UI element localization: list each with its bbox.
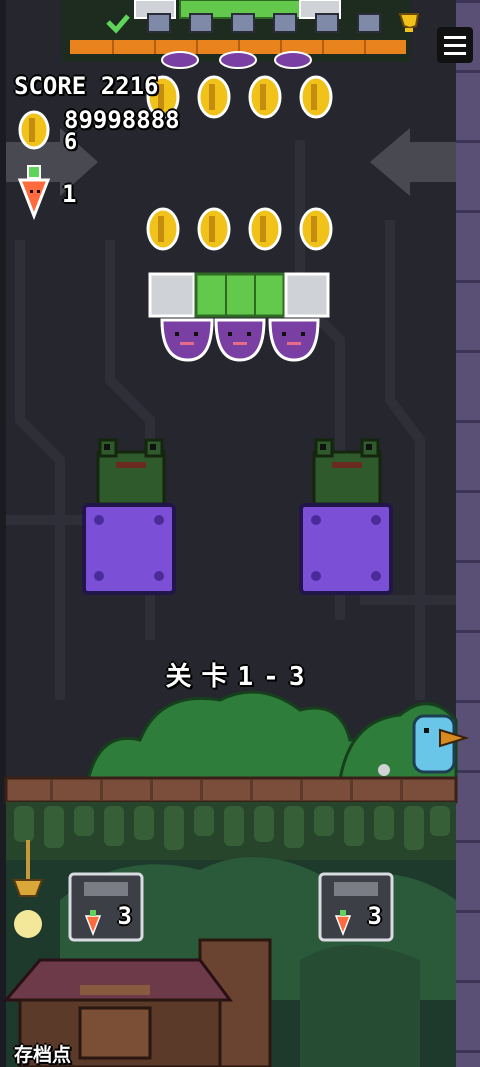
left-edge bbox=[0, 0, 6, 1067]
purple-blob-enemy bbox=[268, 318, 320, 362]
save-slot-count: 3 bbox=[367, 902, 382, 930]
coin-icon bbox=[248, 207, 282, 251]
coin-icon bbox=[146, 207, 180, 251]
save-slot-2[interactable]: 3 bbox=[320, 874, 392, 940]
ground bbox=[4, 776, 458, 862]
score-label: SCORE bbox=[14, 72, 87, 100]
hamburger-icon bbox=[444, 35, 466, 39]
coin-icon bbox=[197, 207, 231, 251]
save-slot-1[interactable]: 3 bbox=[70, 874, 142, 940]
lives-count: 6 bbox=[64, 130, 78, 155]
purple-block bbox=[299, 503, 393, 595]
right-wall bbox=[456, 0, 480, 1067]
score-value: 2216 bbox=[100, 72, 159, 100]
carrot-count: 1 bbox=[62, 180, 77, 208]
menu-button[interactable] bbox=[437, 27, 473, 63]
coin-count: 89998888 bbox=[64, 106, 180, 134]
checkpoint-label: 存档点 bbox=[14, 1044, 72, 1066]
purple-blob-enemy bbox=[214, 318, 266, 362]
coin-icon bbox=[18, 110, 50, 150]
coin-icon bbox=[248, 75, 282, 119]
score-display: SCORE 2216 bbox=[14, 72, 159, 100]
purple-block bbox=[82, 503, 176, 595]
coin-icon bbox=[299, 207, 333, 251]
save-slot-count: 3 bbox=[117, 902, 132, 930]
level-title: 关卡1-3 bbox=[165, 662, 315, 692]
coin-icon bbox=[299, 75, 333, 119]
block-platform bbox=[148, 272, 330, 318]
pebble bbox=[378, 764, 390, 776]
purple-blobs bbox=[160, 318, 320, 362]
coin-icon bbox=[197, 75, 231, 119]
